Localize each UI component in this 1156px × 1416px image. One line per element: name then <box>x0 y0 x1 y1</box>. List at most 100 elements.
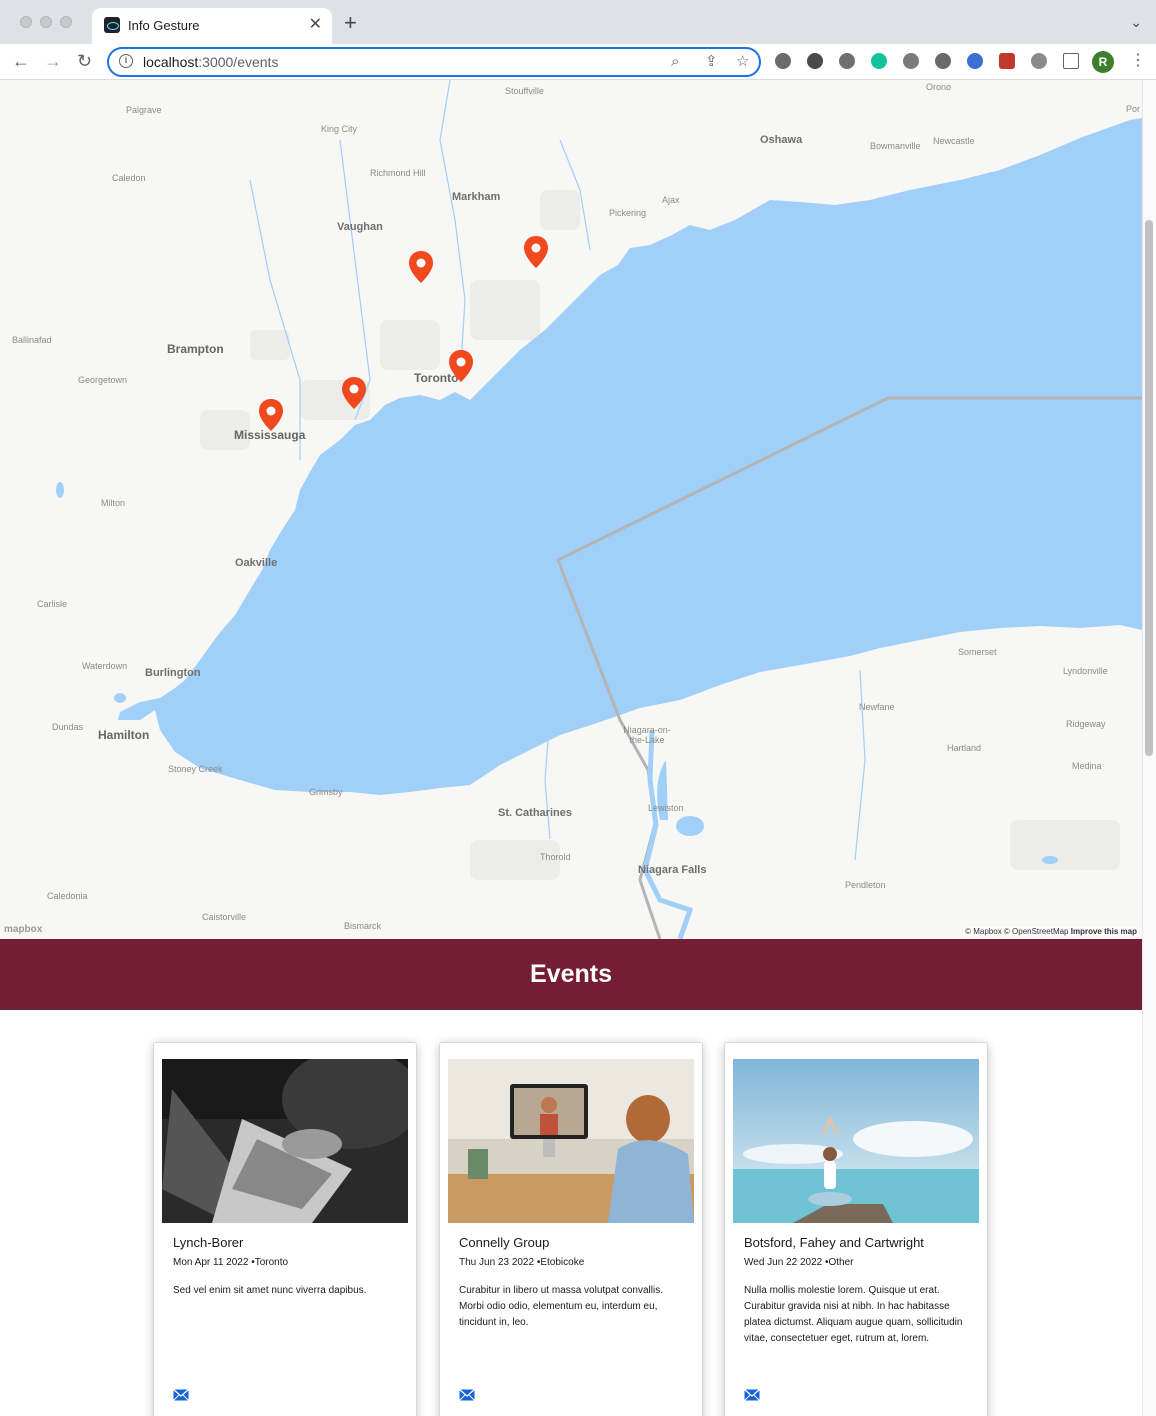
vpn-extension-icon[interactable] <box>967 53 983 69</box>
place-label: Orono <box>926 82 952 92</box>
wordpress-extension-icon[interactable] <box>807 53 823 69</box>
red-extension-icon[interactable] <box>999 53 1015 69</box>
place-label: Vaughan <box>337 221 383 233</box>
lake-ontario <box>118 118 1142 795</box>
event-marker-pin-icon[interactable] <box>448 349 474 383</box>
forward-arrow-icon[interactable]: → <box>44 50 62 72</box>
place-label: Niagara-on-the-Lake <box>623 725 671 745</box>
place-label: Lewiston <box>648 803 684 813</box>
bug-extension-icon[interactable] <box>935 53 951 69</box>
zoom-magnifier-icon[interactable]: ⌕ <box>671 53 679 71</box>
place-label: Bowmanville <box>870 141 921 151</box>
place-label: Oakville <box>235 557 278 569</box>
events-title: Events <box>530 960 612 988</box>
browser-toolbar: ← → ↻ i localhost:3000/events ⌕ ⇪ ☆ R ⋮ <box>0 44 1156 80</box>
place-label: Caistorville <box>202 912 247 922</box>
event-location: •Other <box>825 1257 854 1268</box>
new-tab-plus-icon[interactable]: + <box>344 12 357 34</box>
event-image-laptop <box>162 1059 408 1223</box>
zoom-window-button[interactable] <box>60 16 72 28</box>
place-label: Hamilton <box>98 728 150 742</box>
event-date: Mon Apr 11 2022 <box>173 1257 249 1268</box>
attribution-text[interactable]: © Mapbox © OpenStreetMap <box>965 927 1068 936</box>
event-description: Sed vel enim sit amet nunc viverra dapib… <box>173 1285 367 1296</box>
place-label: Milton <box>101 498 126 508</box>
place-label: Brampton <box>167 342 224 356</box>
place-label: Pendleton <box>845 880 886 890</box>
close-window-button[interactable] <box>20 16 32 28</box>
chevron-down-icon[interactable]: ⌄ <box>1130 14 1142 31</box>
envelope-icon[interactable] <box>459 1389 475 1401</box>
active-tab[interactable]: Info Gesture ✕ <box>92 8 332 44</box>
envelope-icon[interactable] <box>744 1389 760 1401</box>
profile-avatar[interactable]: R <box>1092 51 1114 73</box>
place-label: Stoney Creek <box>168 764 223 774</box>
events-header: Events <box>0 939 1142 1010</box>
place-label: King City <box>321 124 358 134</box>
place-label: Bismarck <box>344 921 382 931</box>
gear-extension-icon[interactable] <box>839 53 855 69</box>
url-text[interactable]: localhost:3000/events <box>143 54 278 70</box>
event-date: Thu Jun 23 2022 <box>459 1257 535 1268</box>
event-image-video-call <box>448 1059 694 1223</box>
improve-map-link[interactable]: Improve this map <box>1071 927 1137 936</box>
place-label: Waterdown <box>82 661 128 671</box>
place-label: Palgrave <box>126 105 162 115</box>
side-panel-icon[interactable] <box>1063 53 1079 69</box>
map-attribution: © Mapbox © OpenStreetMap Improve this ma… <box>963 927 1139 936</box>
place-label: Markham <box>452 191 501 203</box>
place-label: Lyndonville <box>1063 666 1108 676</box>
event-marker-pin-icon[interactable] <box>341 376 367 410</box>
place-label: Caledon <box>112 173 146 183</box>
place-label: Medina <box>1072 761 1102 771</box>
event-marker-pin-icon[interactable] <box>408 250 434 284</box>
site-info-icon[interactable]: i <box>119 54 133 68</box>
place-label: Hartland <box>947 743 982 753</box>
event-title: Botsford, Fahey and Cartwright <box>744 1235 924 1250</box>
place-label: Niagara Falls <box>638 864 707 876</box>
tab-title: Info Gesture <box>128 18 200 33</box>
place-label: Newcastle <box>933 136 975 146</box>
eyedropper-extension-icon[interactable] <box>775 53 791 69</box>
place-label: Newfane <box>859 702 895 712</box>
place-label: Ridgeway <box>1066 719 1106 729</box>
events-map[interactable]: Stouffville Orono Palgrave King City Osh… <box>0 80 1142 939</box>
reload-icon[interactable]: ↻ <box>77 50 92 72</box>
event-marker-pin-icon[interactable] <box>523 235 549 269</box>
event-card[interactable]: Lynch-Borer Mon Apr 11 2022 •Toronto Sed… <box>153 1042 417 1416</box>
place-label: Georgetown <box>78 375 128 385</box>
more-menu-icon[interactable]: ⋮ <box>1130 51 1146 71</box>
event-card[interactable]: Botsford, Fahey and Cartwright Wed Jun 2… <box>724 1042 988 1416</box>
event-image-yoga <box>733 1059 979 1223</box>
minimize-window-button[interactable] <box>40 16 52 28</box>
close-icon[interactable]: ✕ <box>309 16 322 34</box>
address-bar[interactable]: i localhost:3000/events ⌕ ⇪ ☆ <box>107 47 761 77</box>
camera-extension-icon[interactable] <box>903 53 919 69</box>
event-card[interactable]: Connelly Group Thu Jun 23 2022 •Etobicok… <box>439 1042 703 1416</box>
mapbox-logo[interactable]: mapbox <box>4 924 42 935</box>
browser-tab-bar: Info Gesture ✕ + ⌄ <box>0 0 1156 44</box>
bookmark-star-icon[interactable]: ☆ <box>736 53 749 71</box>
place-label: St. Catharines <box>498 807 572 819</box>
place-label: Caledonia <box>47 891 88 901</box>
place-label: Burlington <box>145 667 201 679</box>
event-marker-pin-icon[interactable] <box>258 398 284 432</box>
event-description: Curabitur in libero ut massa volutpat co… <box>459 1285 663 1328</box>
place-label: Oshawa <box>760 134 803 146</box>
event-description: Nulla mollis molestie lorem. Quisque ut … <box>744 1285 963 1344</box>
place-label: Grimsby <box>309 787 343 797</box>
share-icon[interactable]: ⇪ <box>705 53 718 71</box>
place-label: Ballinafad <box>12 335 52 345</box>
page-scrollbar-thumb[interactable] <box>1145 220 1153 756</box>
envelope-icon[interactable] <box>173 1389 189 1401</box>
event-location: •Etobicoke <box>536 1257 585 1268</box>
place-label: Ajax <box>662 195 680 205</box>
puzzle-extensions-icon[interactable] <box>1031 53 1047 69</box>
grammarly-extension-icon[interactable] <box>871 53 887 69</box>
place-label: Por <box>1126 104 1141 114</box>
back-arrow-icon[interactable]: ← <box>12 50 30 72</box>
place-label: Pickering <box>609 208 647 218</box>
event-date: Wed Jun 22 2022 <box>744 1257 823 1268</box>
place-label: Richmond Hill <box>370 168 426 178</box>
event-location: •Toronto <box>251 1257 289 1268</box>
